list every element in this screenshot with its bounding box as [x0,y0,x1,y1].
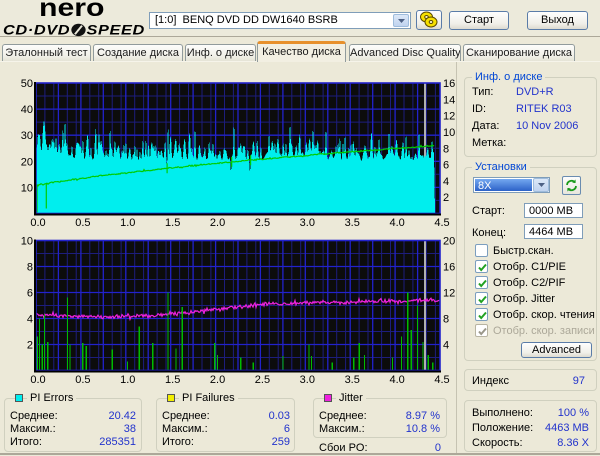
svg-text:30: 30 [21,130,33,142]
svg-text:10: 10 [21,182,33,194]
svg-text:8: 8 [443,314,449,326]
svg-text:2.0: 2.0 [210,374,225,386]
svg-text:12: 12 [443,288,455,300]
svg-text:3.5: 3.5 [345,217,360,229]
svg-text:6: 6 [443,160,449,172]
svg-text:4.5: 4.5 [434,217,449,229]
svg-text:3.0: 3.0 [300,217,315,229]
svg-text:1.0: 1.0 [120,217,135,229]
svg-text:20: 20 [443,236,455,248]
svg-text:4: 4 [443,176,449,188]
svg-text:0.5: 0.5 [75,374,90,386]
svg-text:4: 4 [27,314,33,326]
svg-text:16: 16 [443,262,455,274]
svg-text:4: 4 [443,340,449,352]
svg-text:0.0: 0.0 [30,374,45,386]
svg-text:40: 40 [21,104,33,116]
svg-text:8: 8 [27,262,33,274]
svg-text:4.0: 4.0 [389,217,404,229]
svg-text:2.0: 2.0 [210,217,225,229]
svg-text:0.0: 0.0 [30,217,45,229]
svg-text:4.0: 4.0 [389,374,404,386]
svg-text:6: 6 [27,288,33,300]
svg-text:16: 16 [443,78,455,90]
svg-text:1.5: 1.5 [165,217,180,229]
svg-text:1.0: 1.0 [120,374,135,386]
svg-text:20: 20 [21,156,33,168]
svg-text:4.5: 4.5 [434,374,449,386]
svg-text:2.5: 2.5 [255,374,270,386]
svg-text:0.5: 0.5 [75,217,90,229]
svg-text:1.5: 1.5 [165,374,180,386]
svg-text:3.0: 3.0 [300,374,315,386]
svg-text:2.5: 2.5 [255,217,270,229]
svg-text:14: 14 [443,94,455,106]
svg-text:2: 2 [27,340,33,352]
svg-text:2: 2 [443,192,449,204]
svg-text:3.5: 3.5 [345,374,360,386]
svg-text:12: 12 [443,111,455,123]
svg-text:8: 8 [443,143,449,155]
svg-text:10: 10 [21,236,33,248]
svg-text:50: 50 [21,78,33,90]
svg-text:10: 10 [443,127,455,139]
